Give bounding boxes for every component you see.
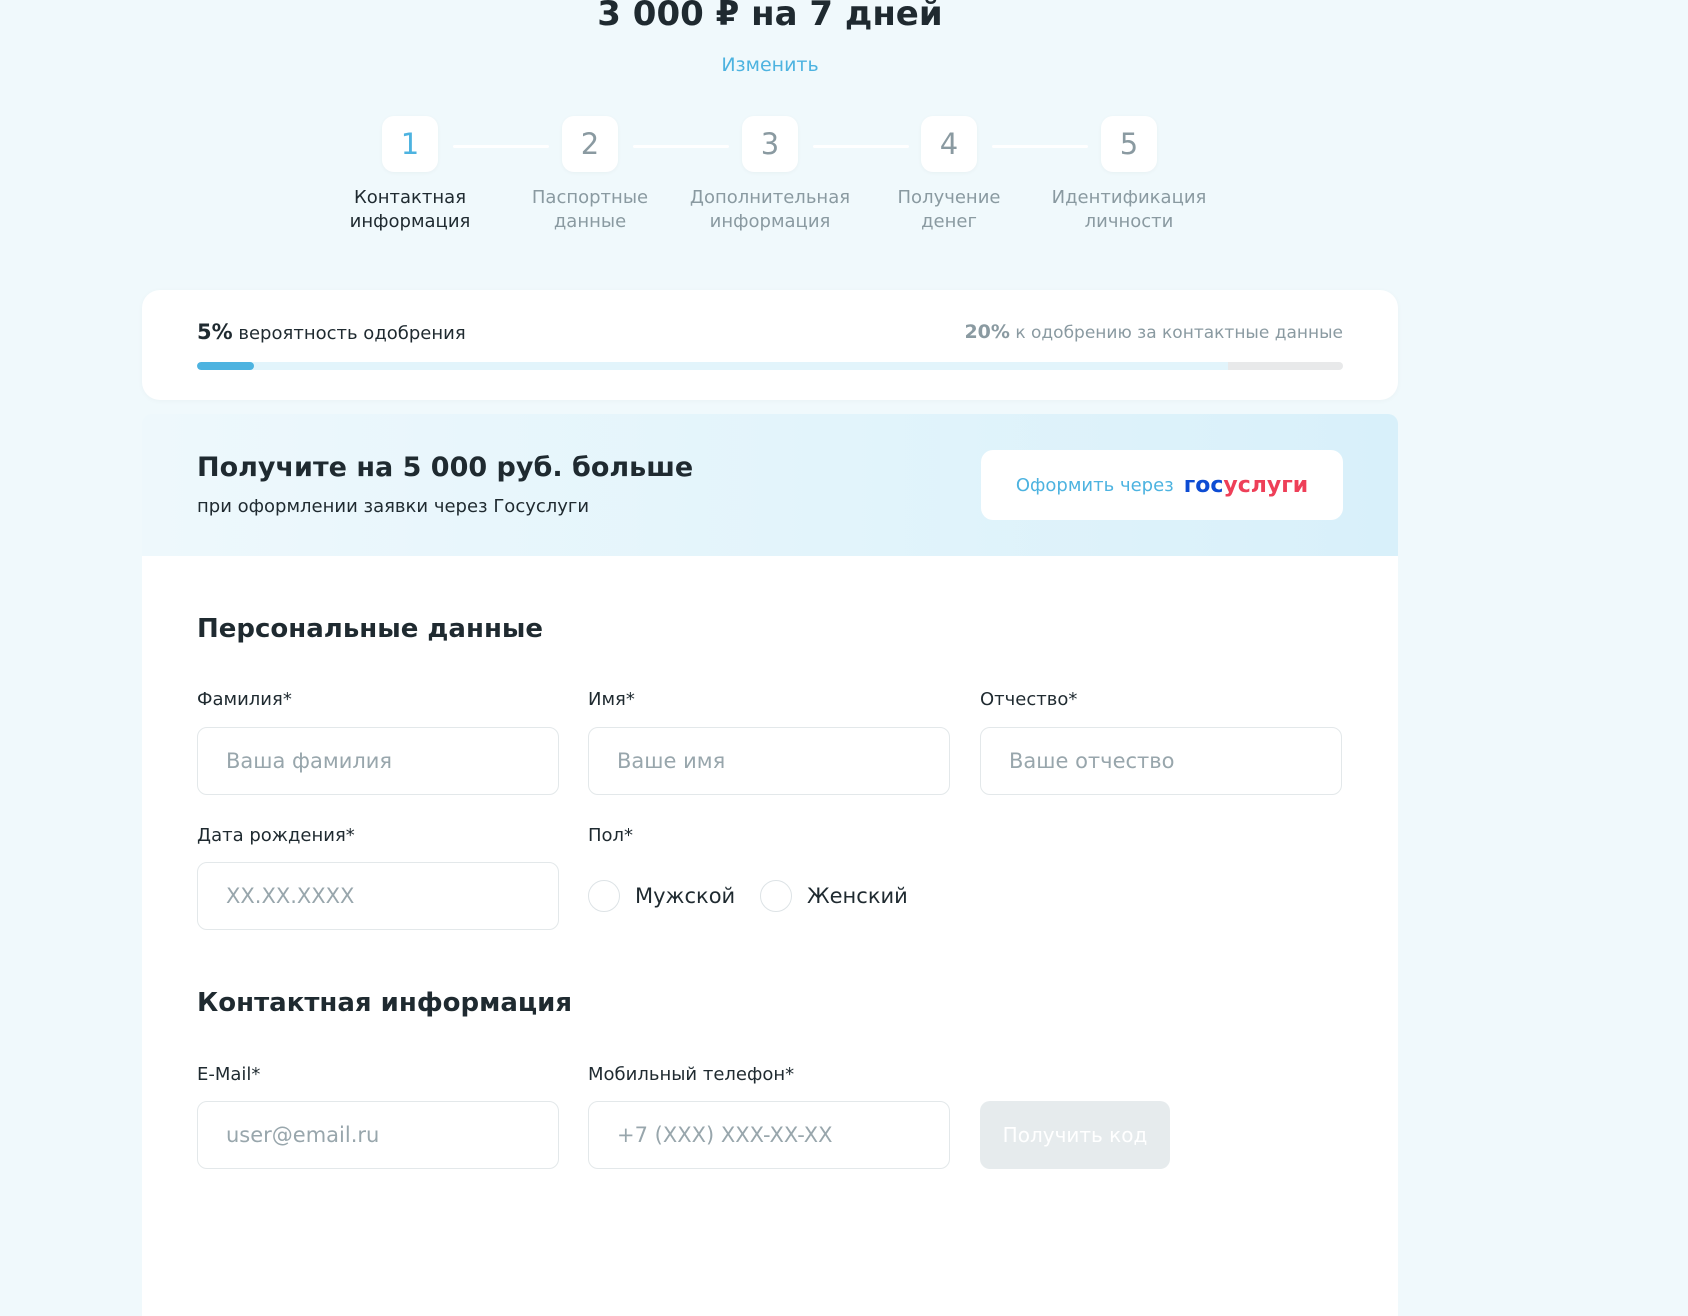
patronymic-label: Отчество* [980, 689, 1078, 710]
gender-male-label: Мужской [635, 884, 736, 908]
step-3-number: 3 [742, 116, 798, 172]
surname-input[interactable] [197, 727, 559, 795]
email-label: E-Mail* [197, 1064, 261, 1085]
step-5-number: 5 [1101, 116, 1157, 172]
gosuslugi-logo: госуслуги [1184, 473, 1308, 498]
step-connector [633, 145, 729, 148]
approval-progress-bar [197, 362, 1343, 370]
loan-summary-title: 3 000 ₽ на 7 дней [597, 0, 943, 34]
step-connector [992, 145, 1088, 148]
step-connector [453, 145, 549, 148]
birthdate-input[interactable] [197, 862, 559, 930]
approval-bonus-percent: 20% [964, 321, 1010, 343]
approval-progress-target [197, 362, 1229, 370]
phone-input[interactable] [588, 1101, 950, 1169]
gosuslugi-banner-subtitle: при оформлении заявки через Госуслуги [197, 496, 590, 517]
name-input[interactable] [588, 727, 950, 795]
radio-circle-male[interactable] [588, 880, 620, 912]
phone-label: Мобильный телефон* [588, 1064, 795, 1085]
gosuslugi-banner-title: Получите на 5 000 руб. больше [197, 452, 694, 483]
apply-via-gosuslugi-label: Оформить через [1015, 474, 1174, 496]
approval-probability-card: 5% вероятность одобрения 20% к одобрению… [142, 290, 1398, 400]
approval-bonus-text: к одобрению за контактные данные [1009, 323, 1343, 343]
gender-label: Пол* [588, 825, 634, 846]
radio-circle-female[interactable] [760, 880, 792, 912]
gender-female-label: Женский [807, 884, 908, 908]
personal-data-title: Персональные данные [197, 614, 544, 644]
name-label: Имя* [588, 689, 635, 710]
gosuslugi-logo-part2: услуги [1223, 472, 1309, 498]
gosuslugi-banner: Получите на 5 000 руб. больше при оформл… [142, 414, 1398, 556]
gosuslugi-logo-part1: гос [1183, 472, 1224, 498]
surname-label: Фамилия* [197, 689, 292, 710]
step-5-label-line2: личности [1084, 211, 1174, 232]
approval-current-text: вероятность одобрения [232, 323, 466, 344]
step-2-number: 2 [562, 116, 618, 172]
gender-male-radio[interactable]: Мужской [588, 880, 735, 912]
change-loan-link[interactable]: Изменить [0, 53, 1540, 77]
approval-current-percent: 5% [197, 320, 233, 344]
approval-progress-fill [197, 362, 255, 370]
contact-info-title: Контактная информация [197, 988, 573, 1018]
gender-female-radio[interactable]: Женский [760, 880, 908, 912]
apply-via-gosuslugi-button[interactable]: Оформить через госуслуги [981, 450, 1343, 520]
patronymic-input[interactable] [980, 727, 1342, 795]
step-5-label: Идентификация личности [1019, 186, 1239, 234]
email-input[interactable] [197, 1101, 559, 1169]
step-5-label-line1: Идентификация [1051, 187, 1207, 208]
approval-bonus: 20% к одобрению за контактные данные [964, 321, 1343, 343]
approval-current: 5% вероятность одобрения [197, 320, 466, 344]
step-4-number: 4 [921, 116, 977, 172]
birthdate-label: Дата рождения* [197, 825, 355, 846]
step-1-number: 1 [382, 116, 438, 172]
application-form: Персональные данные Фамилия* Имя* Отчест… [142, 556, 1398, 1316]
step-connector [813, 145, 909, 148]
get-code-button[interactable]: Получить код [980, 1101, 1170, 1169]
